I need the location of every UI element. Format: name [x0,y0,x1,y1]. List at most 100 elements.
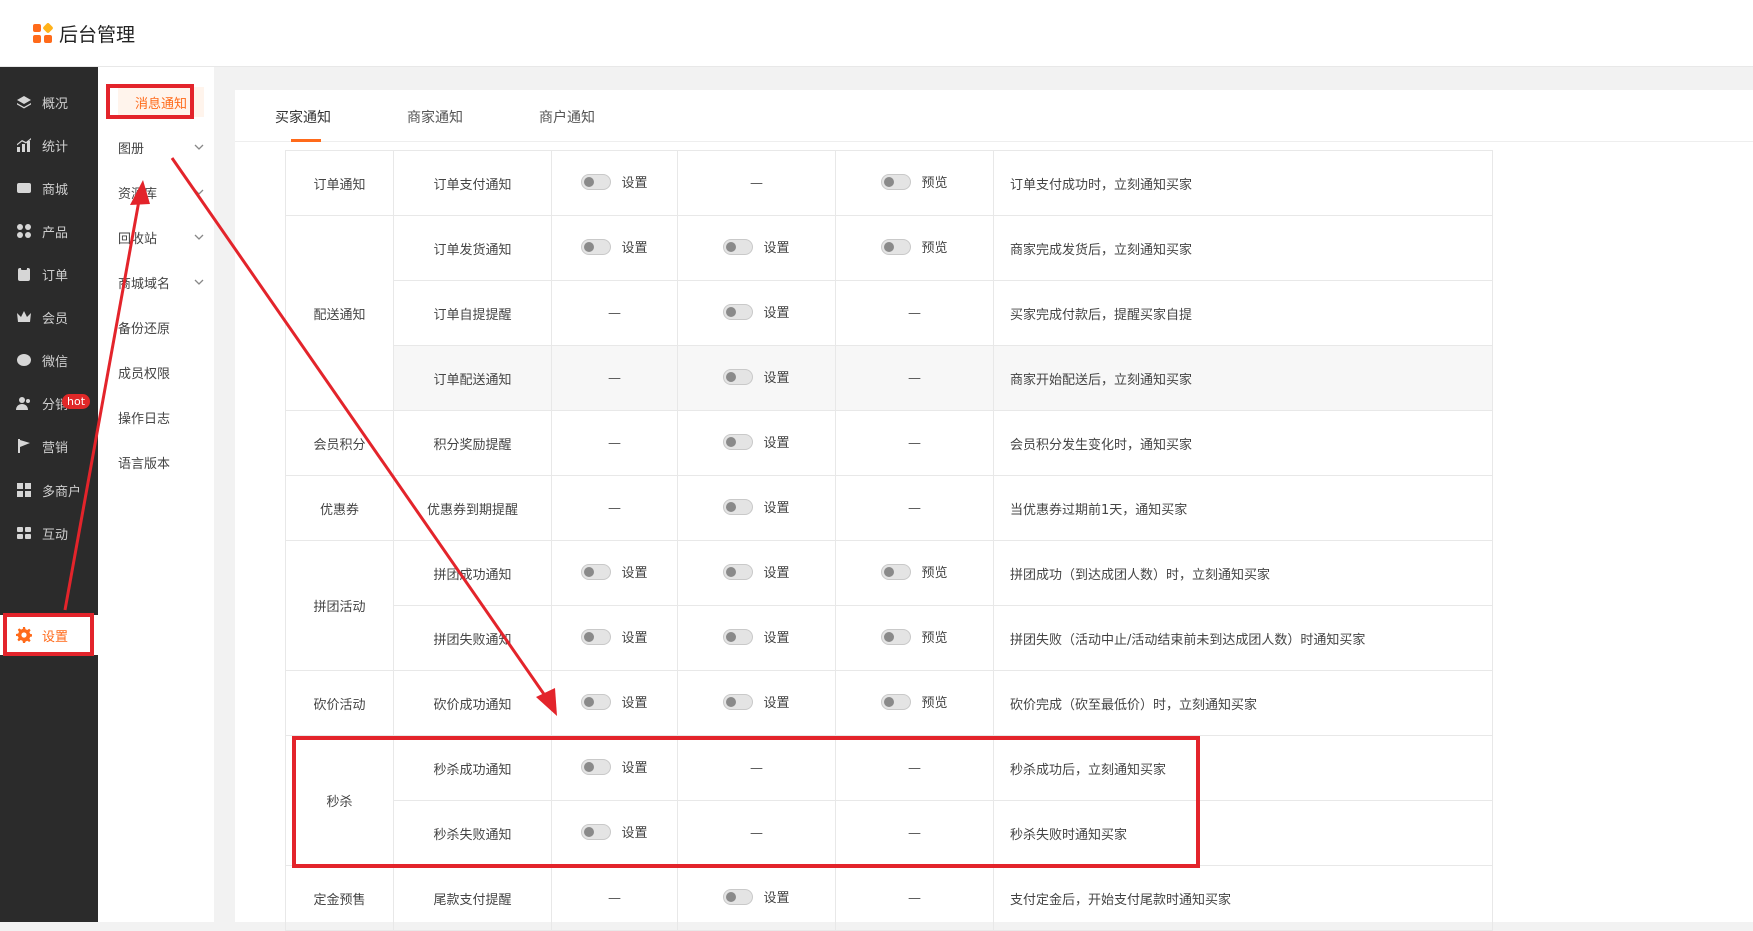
table-row: 秒杀 秒杀成功通知 设置 — — 秒杀成功后，立刻通知买家 [285,735,1493,866]
toggle-switch[interactable] [723,303,754,320]
subnav-item-mall-domain[interactable]: 商城域名 [118,267,204,297]
toggle-switch[interactable] [723,433,754,450]
preview-label[interactable]: 预览 [921,692,947,711]
sidebar-item-settings[interactable]: 设置 [0,615,98,655]
set-label[interactable]: 设置 [763,497,789,516]
dash-mark: — [608,435,621,451]
toggle-switch[interactable] [723,238,754,255]
toggle-switch[interactable] [723,368,754,385]
set-label[interactable]: 设置 [763,692,789,711]
toggle-switch[interactable] [581,563,612,580]
subnav-item-member-permissions[interactable]: 成员权限 [118,357,204,387]
sidebar-item-mall[interactable]: 商城 [0,168,98,208]
subnav-item-message-notify[interactable]: 消息通知 [118,87,204,117]
subnav-item-album[interactable]: 图册 [118,132,204,162]
preview-label[interactable]: 预览 [921,627,947,646]
set-label[interactable]: 设置 [621,692,647,711]
dash-mark: — [750,825,763,841]
sidebar-item-multi-merchant[interactable]: 多商户 [0,470,98,510]
set-label[interactable]: 设置 [763,367,789,386]
category-cell: 秒杀 [285,735,394,866]
sidebar-item-wechat[interactable]: 微信 [0,340,98,380]
setting-cell: 设置 [677,215,836,281]
toggle-switch[interactable] [723,888,754,905]
logo-icon [33,21,54,44]
sidebar-item-overview[interactable]: 概况 [0,82,98,122]
preview-label[interactable]: 预览 [921,237,947,256]
sidebar-item-label: 设置 [42,629,69,645]
set-label[interactable]: 设置 [763,627,789,646]
table-row: 砍价活动 砍价成功通知 设置 设置 预览 砍价完成（砍至最低价）时，立刻通知买家 [285,670,1493,736]
blocks-icon [17,527,31,539]
set-label[interactable]: 设置 [763,237,789,256]
category-cell: 定金预售 [285,865,394,931]
toggle-switch[interactable] [723,693,754,710]
notification-name-cell: 秒杀失败通知 [393,800,552,866]
table-row: 订单配送通知 — 设置 — 商家开始配送后，立刻通知买家 [286,345,1493,411]
app-logo[interactable]: 后台管理 [33,20,135,47]
chevron-down-icon [194,189,204,195]
tab-merchant-notify[interactable]: 商家通知 [407,107,463,127]
preview-label[interactable]: 预览 [921,562,947,581]
subnav-item-language[interactable]: 语言版本 [118,447,204,477]
toggle-group: 预览 [881,562,948,581]
notification-name-cell: 订单配送通知 [393,345,552,411]
tab-shop-notify[interactable]: 商户通知 [539,107,595,127]
notification-name-cell: 订单发货通知 [393,215,552,281]
subnav-item-recycle-bin[interactable]: 回收站 [118,222,204,252]
main-panel: 买家通知 商家通知 商户通知 订单通知 订单支付通知 设置 — 预览 订单支付成功时，立刻… [235,90,1753,931]
toggle-group: 设置 [723,367,790,386]
set-label[interactable]: 设置 [763,887,789,906]
toggle-group: 设置 [581,757,648,776]
toggle-switch[interactable] [723,563,754,580]
subnav-item-operation-log[interactable]: 操作日志 [118,402,204,432]
tab-buyer-notify[interactable]: 买家通知 [275,107,331,127]
set-label[interactable]: 设置 [621,172,647,191]
toggle-switch[interactable] [581,823,612,840]
empty-cell: — [835,865,994,931]
set-label[interactable]: 设置 [621,822,647,841]
set-label[interactable]: 设置 [621,757,647,776]
subnav-item-label: 操作日志 [118,411,171,427]
preview-label[interactable]: 预览 [921,172,947,191]
sidebar-item-products[interactable]: 产品 [0,211,98,251]
sidebar-item-interaction[interactable]: 互动 [0,513,98,553]
set-label[interactable]: 设置 [763,562,789,581]
notification-name-cell: 订单自提提醒 [393,280,552,346]
layers-icon [17,96,31,109]
toggle-switch[interactable] [581,628,612,645]
toggle-switch[interactable] [881,628,912,645]
set-label[interactable]: 设置 [621,562,647,581]
toggle-switch[interactable] [581,693,612,710]
sidebar-item-members[interactable]: 会员 [0,297,98,337]
sidebar-item-orders[interactable]: 订单 [0,254,98,294]
setting-cell: 设置 [677,345,836,411]
set-label[interactable]: 设置 [763,302,789,321]
toggle-switch[interactable] [581,173,612,190]
toggle-switch[interactable] [581,238,612,255]
table-row: 秒杀失败通知 设置 — — 秒杀失败时通知买家 [286,800,1493,866]
setting-cell: 设置 [551,670,678,736]
sidebar-item-marketing[interactable]: 营销 [0,426,98,466]
set-label[interactable]: 设置 [763,432,789,451]
toggle-switch[interactable] [723,498,754,515]
toggle-switch[interactable] [881,173,912,190]
setting-cell: 设置 [677,410,836,476]
set-label[interactable]: 设置 [621,627,647,646]
sidebar-item-label: 互动 [42,527,69,543]
toggle-group: 设置 [723,692,790,711]
toggle-switch[interactable] [581,758,612,775]
sidebar-item-label: 订单 [42,268,69,284]
subnav-item-backup[interactable]: 备份还原 [118,312,204,342]
toggle-switch[interactable] [881,238,912,255]
toggle-switch[interactable] [881,693,912,710]
table-row: 订单通知 订单支付通知 设置 — 预览 订单支付成功时，立刻通知买家 [285,150,1493,216]
notification-name-cell: 优惠券到期提醒 [393,475,552,541]
toggle-switch[interactable] [881,563,912,580]
sidebar-item-stats[interactable]: 统计 [0,125,98,165]
toggle-group: 设置 [581,562,648,581]
set-label[interactable]: 设置 [621,237,647,256]
notification-name-cell: 积分奖励提醒 [393,410,552,476]
subnav-item-resources[interactable]: 资源库 [118,177,204,207]
toggle-switch[interactable] [723,628,754,645]
